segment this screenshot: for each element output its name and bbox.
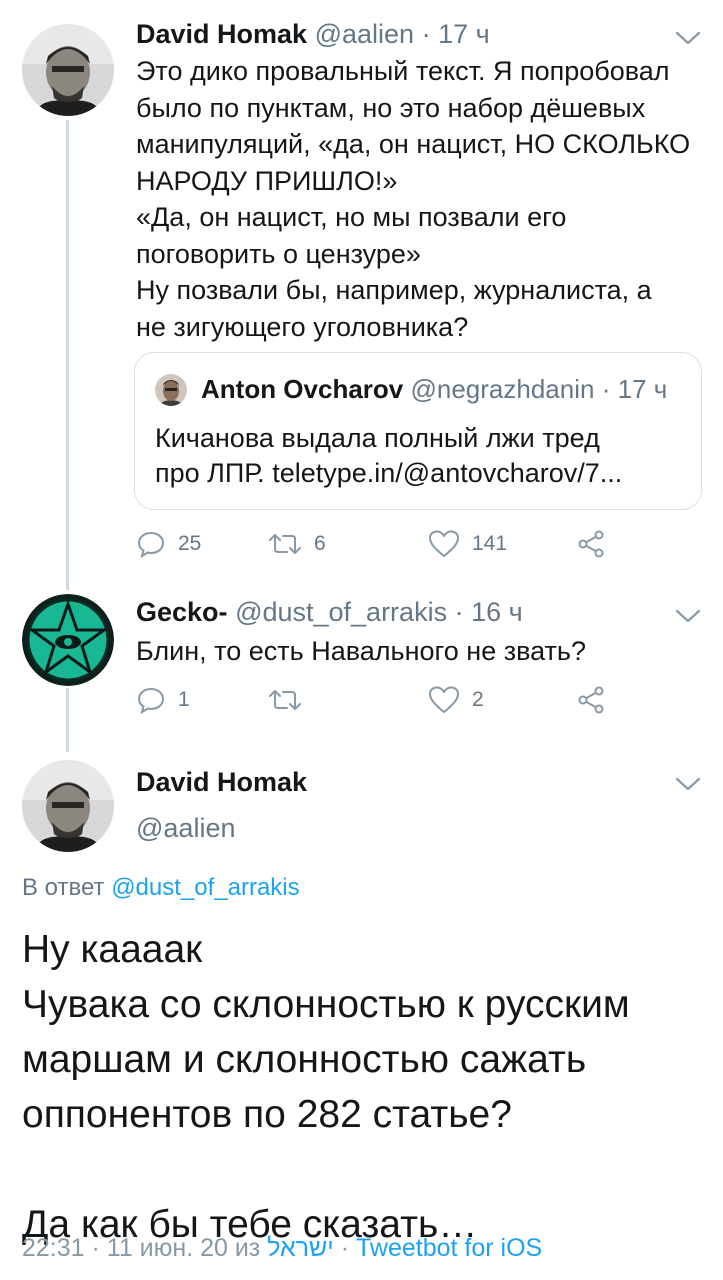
tweet-david-homak[interactable]: David Homak @aalien · 17 ч Это дико пров… — [0, 0, 723, 580]
quoted-text: Кичанова выдала полный лжи тред про ЛПР.… — [155, 421, 622, 491]
footer-place-link[interactable]: ישראל — [267, 1234, 334, 1262]
tweet-actions: 1 2 — [136, 680, 626, 720]
share-icon — [578, 686, 604, 714]
avatar[interactable] — [22, 594, 114, 686]
like-count: 141 — [472, 532, 508, 555]
tweet-text: Ну кааaак Чувака со склонностью к русски… — [22, 922, 630, 1252]
footer-client-link[interactable]: Tweetbot for iOS — [356, 1234, 542, 1262]
reply-icon — [137, 687, 165, 715]
tweet-text-line: «Да, он нацист, но мы позвали его — [136, 202, 567, 232]
author-handle[interactable]: @aalien — [136, 811, 235, 845]
like-button[interactable]: 141 — [428, 524, 507, 564]
like-count: 2 — [472, 688, 484, 711]
reply-button[interactable]: 1 — [136, 680, 190, 720]
share-icon — [578, 530, 604, 558]
quoted-text-line: Кичанова выдала полный лжи тред — [155, 423, 600, 453]
tweet-gecko[interactable]: Gecko- @dust_of_arrakis · 16 ч Блин, то … — [0, 580, 723, 730]
tweet-text-line: оппонентов по 282 статье? — [22, 1093, 512, 1136]
retweet-button[interactable] — [268, 680, 314, 720]
chevron-down-icon[interactable] — [675, 30, 701, 46]
tweet-text-line: было по пунктам, но это набор дёшевых — [136, 92, 646, 123]
reply-icon — [137, 531, 165, 559]
heart-icon — [429, 530, 459, 557]
reply-count: 1 — [178, 688, 190, 711]
heart-icon — [429, 686, 459, 713]
share-button[interactable] — [576, 680, 606, 720]
reply-count: 25 — [178, 532, 202, 555]
author-handle[interactable]: @aalien — [315, 19, 414, 49]
reply-handle-link[interactable]: @dust_of_arrakis — [111, 874, 299, 901]
separator-dot: · — [454, 597, 464, 627]
tweet-header: David Homak @aalien · 17 ч — [136, 18, 490, 50]
tweet-text-line: маршам и склонностью сажать — [22, 1038, 587, 1081]
quoted-author-handle[interactable]: @negrazhdanin — [410, 374, 594, 404]
reply-button[interactable]: 25 — [136, 524, 201, 564]
tweet-text-line: не зигующего уголовника? — [136, 311, 469, 342]
tweet-text-line: Чувака со склонностью к русским — [22, 983, 630, 1026]
tweet-text-line: манипуляций, «да, он нацист, НО СКОЛЬКО — [136, 129, 691, 159]
separator-dot: · — [340, 1234, 350, 1262]
separator-dot: · — [421, 19, 431, 49]
reply-prefix: В ответ — [22, 874, 105, 901]
tweet-text-line: Это дико провальный текст. Я попробовал — [136, 56, 670, 86]
tweet-text: Это дико провальный текст. Я попробовал … — [136, 53, 706, 345]
quoted-header: Anton Ovcharov @negrazhdanin · 17 ч — [201, 373, 667, 405]
avatar[interactable] — [22, 24, 114, 116]
footer-timestamp: 22:31 · 11 июн. 20 из — [22, 1234, 261, 1262]
retweet-count: 6 — [314, 532, 326, 555]
tweet-actions: 25 6 141 — [136, 524, 626, 564]
author-name[interactable]: David Homak — [136, 765, 307, 799]
separator-dot: · — [601, 374, 611, 404]
tweet-header: Gecko- @dust_of_arrakis · 16 ч — [136, 596, 523, 628]
quoted-tweet[interactable]: Anton Ovcharov @negrazhdanin · 17 ч Кича… — [134, 352, 702, 510]
retweet-icon — [269, 534, 301, 554]
tweet-text-line: Блин, то есть Навального не звать? — [136, 636, 587, 666]
chevron-down-icon[interactable] — [675, 608, 701, 624]
like-button[interactable]: 2 — [428, 680, 484, 720]
reply-context: В ответ @dust_of_arrakis — [22, 874, 300, 902]
tweet-text-line: НАРОДУ ПРИШЛО!» — [136, 165, 398, 196]
tweet-footer: 22:31 · 11 июн. 20 из ישראל · Tweetbot f… — [22, 1234, 542, 1263]
author-name[interactable]: David Homak — [136, 19, 307, 49]
tweet-text-line: Ну кааaак — [22, 928, 203, 971]
timestamp: 17 ч — [438, 19, 490, 49]
quoted-timestamp: 17 ч — [617, 374, 668, 404]
tweet-text-line — [22, 1142, 630, 1197]
author-name[interactable]: Gecko- — [136, 597, 228, 627]
chevron-down-icon[interactable] — [675, 776, 701, 792]
share-button[interactable] — [576, 524, 606, 564]
avatar[interactable] — [22, 760, 114, 852]
tweet-text: Блин, то есть Навального не звать? — [136, 633, 706, 670]
author-handle[interactable]: @dust_of_arrakis — [235, 597, 447, 627]
timestamp: 16 ч — [471, 597, 523, 627]
retweet-icon — [269, 690, 301, 710]
tweet-text-line: поговорить о цензуре» — [136, 238, 421, 269]
retweet-button[interactable]: 6 — [268, 524, 326, 564]
quoted-text-line: про ЛПР. teletype.in/@antovcharov/7... — [155, 458, 623, 488]
tweet-text-line: Ну позвали бы, например, журналиста, а — [136, 275, 652, 305]
quoted-avatar — [155, 374, 187, 406]
quoted-author-name[interactable]: Anton Ovcharov — [201, 374, 403, 404]
